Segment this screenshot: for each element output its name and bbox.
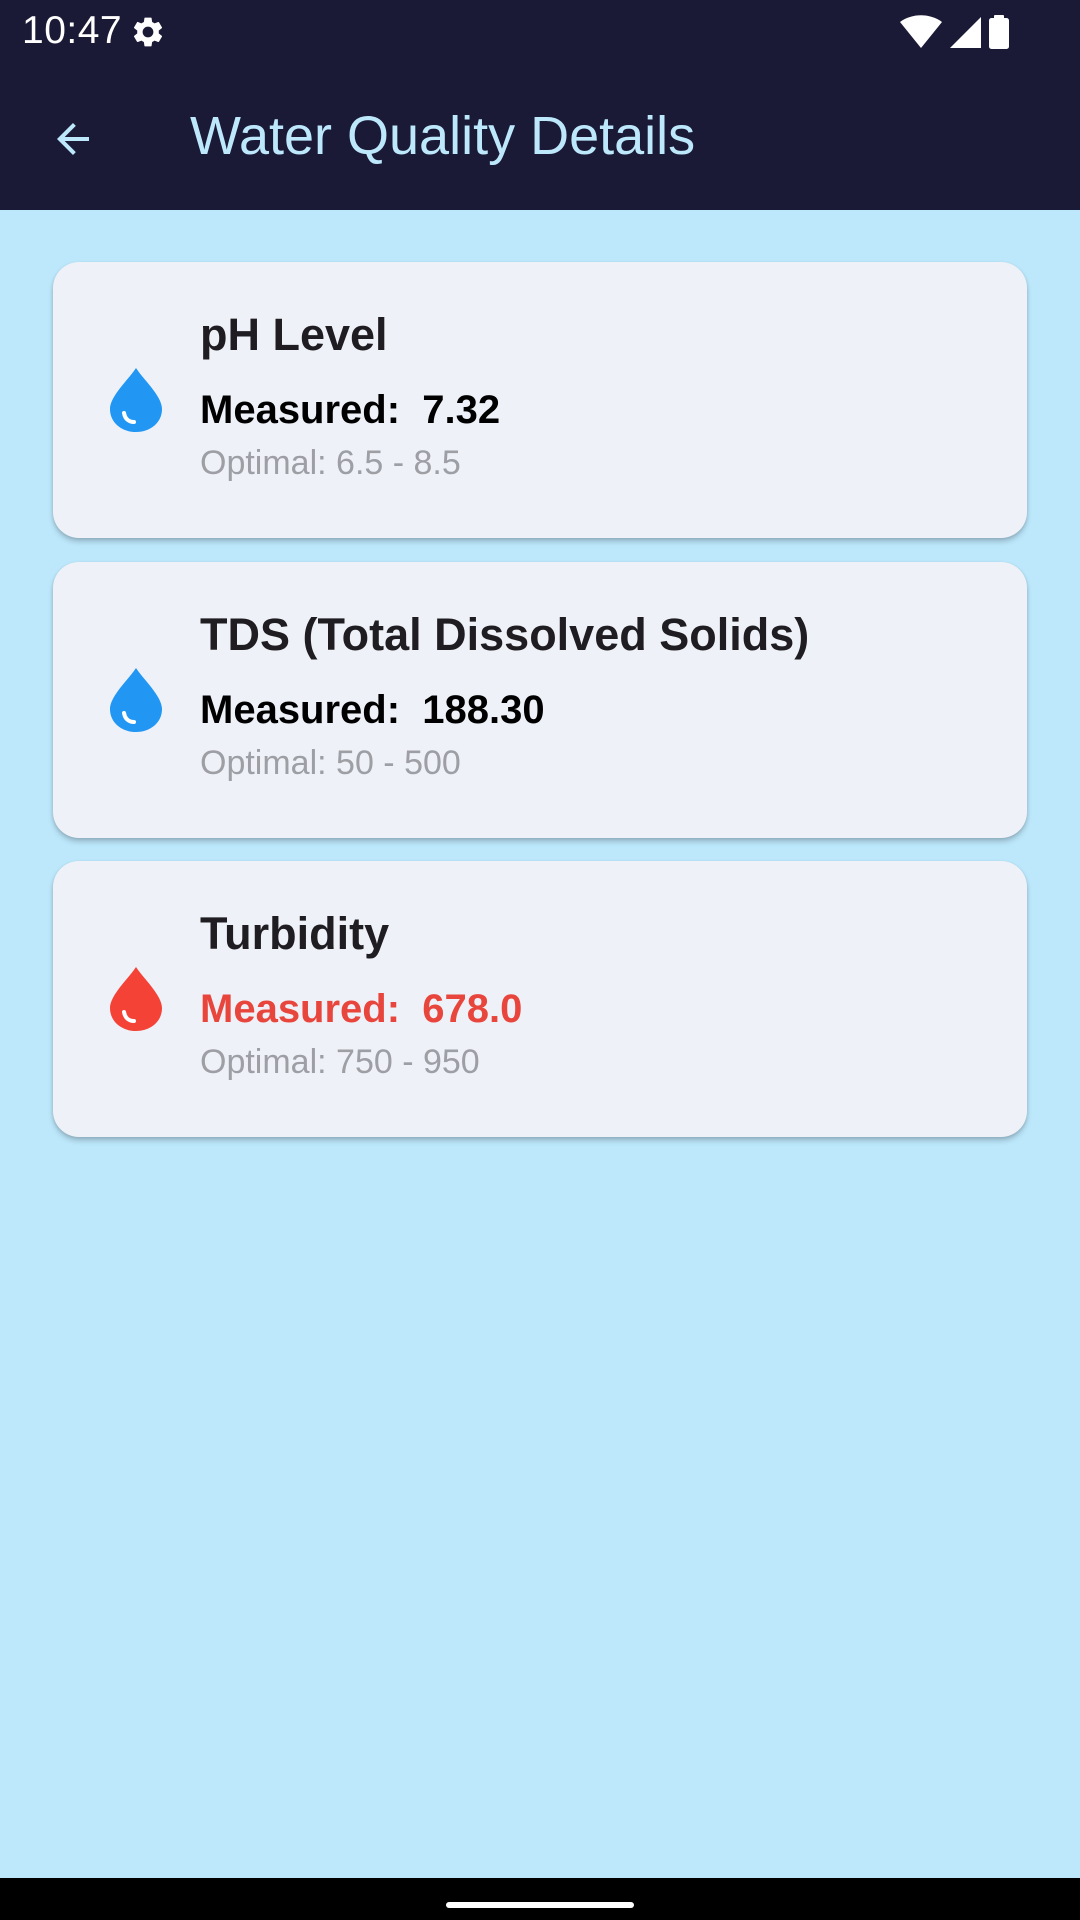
- app-bar: Water Quality Details: [0, 63, 1080, 210]
- parameter-card-tds: TDS (Total Dissolved Solids) Measured: 1…: [53, 562, 1027, 838]
- optimal-range: Optimal: 750 - 950: [200, 1043, 480, 1081]
- measured-value: Measured: 7.32: [200, 388, 501, 432]
- optimal-range: Optimal: 6.5 - 8.5: [200, 444, 461, 482]
- page-title: Water Quality Details: [190, 106, 696, 166]
- parameter-title: Turbidity: [200, 908, 390, 959]
- optimal-range: Optimal: 50 - 500: [200, 744, 461, 782]
- wifi-icon: [900, 15, 942, 48]
- measured-value: Measured: 188.30: [200, 688, 545, 732]
- parameter-title: pH Level: [200, 309, 388, 360]
- status-indicators: [900, 14, 1010, 50]
- parameter-card-turbidity: Turbidity Measured: 678.0 Optimal: 750 -…: [53, 861, 1027, 1137]
- parameter-title: TDS (Total Dissolved Solids): [200, 609, 810, 660]
- back-button[interactable]: [38, 104, 108, 174]
- battery-icon: [989, 15, 1009, 49]
- parameter-list: pH Level Measured: 7.32 Optimal: 6.5 - 8…: [0, 210, 1080, 1878]
- navigation-bar: [0, 1878, 1080, 1920]
- status-time: 10:47: [22, 9, 123, 52]
- parameter-card-ph: pH Level Measured: 7.32 Optimal: 6.5 - 8…: [53, 262, 1027, 538]
- water-drop-icon: [110, 668, 162, 732]
- water-drop-icon: [110, 368, 162, 432]
- water-drop-icon: [110, 967, 162, 1031]
- status-bar: 10:47: [0, 0, 1080, 63]
- measured-value: Measured: 678.0: [200, 987, 523, 1031]
- settings-icon: [133, 17, 163, 47]
- signal-icon: [950, 17, 981, 48]
- arrow-back-icon: [57, 123, 89, 155]
- home-indicator[interactable]: [446, 1902, 634, 1908]
